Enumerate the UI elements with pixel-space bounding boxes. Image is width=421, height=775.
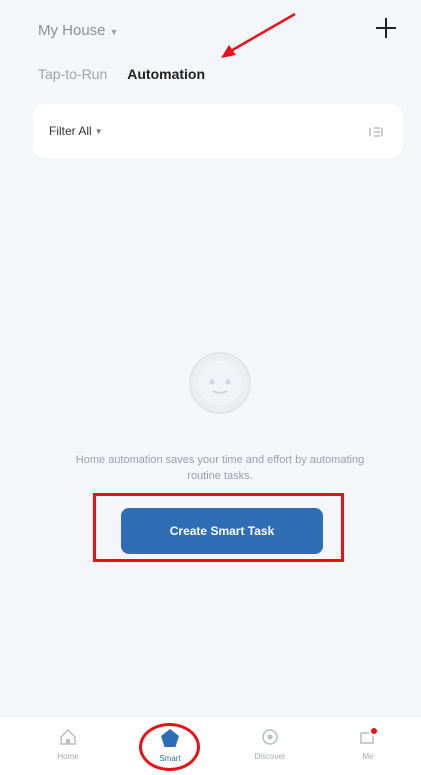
tab-automation[interactable]: Automation (127, 66, 205, 82)
me-icon (360, 728, 377, 744)
filter-dropdown[interactable]: Filter All ▼ (49, 124, 103, 138)
home-selector[interactable]: My House ▼ (38, 22, 118, 39)
plus-icon (376, 18, 396, 38)
filter-label: Filter All (49, 124, 92, 138)
tabbar-label: Discover (254, 752, 286, 761)
scene-tabs: Tap-to-Run Automation (38, 66, 205, 82)
annotation-circle (139, 723, 200, 771)
header: My House ▼ (0, 0, 421, 60)
menu-icon (369, 127, 383, 137)
empty-state-message: Home automation saves your time and effo… (75, 454, 365, 482)
tabbar-item-discover[interactable]: Discover (240, 717, 300, 775)
bottom-tab-bar: Home Smart Discover Me (0, 716, 421, 775)
home-label: My House (38, 22, 106, 39)
filter-menu-button[interactable] (369, 125, 383, 137)
annotation-arrow (221, 12, 296, 58)
filter-card: Filter All ▼ (33, 104, 403, 158)
discover-icon (262, 729, 278, 745)
add-button[interactable] (372, 14, 400, 42)
tabbar-label: Me (362, 752, 374, 761)
tabbar-label: Home (57, 752, 79, 761)
home-icon (60, 728, 76, 745)
caret-down-icon: ▼ (94, 126, 103, 136)
tabbar-item-home[interactable]: Home (38, 717, 98, 775)
tabbar-item-me[interactable]: Me (338, 717, 398, 775)
caret-down-icon: ▼ (109, 26, 119, 37)
tab-tap-to-run[interactable]: Tap-to-Run (38, 66, 107, 82)
empty-face-icon (186, 349, 254, 417)
annotation-box (93, 493, 344, 562)
